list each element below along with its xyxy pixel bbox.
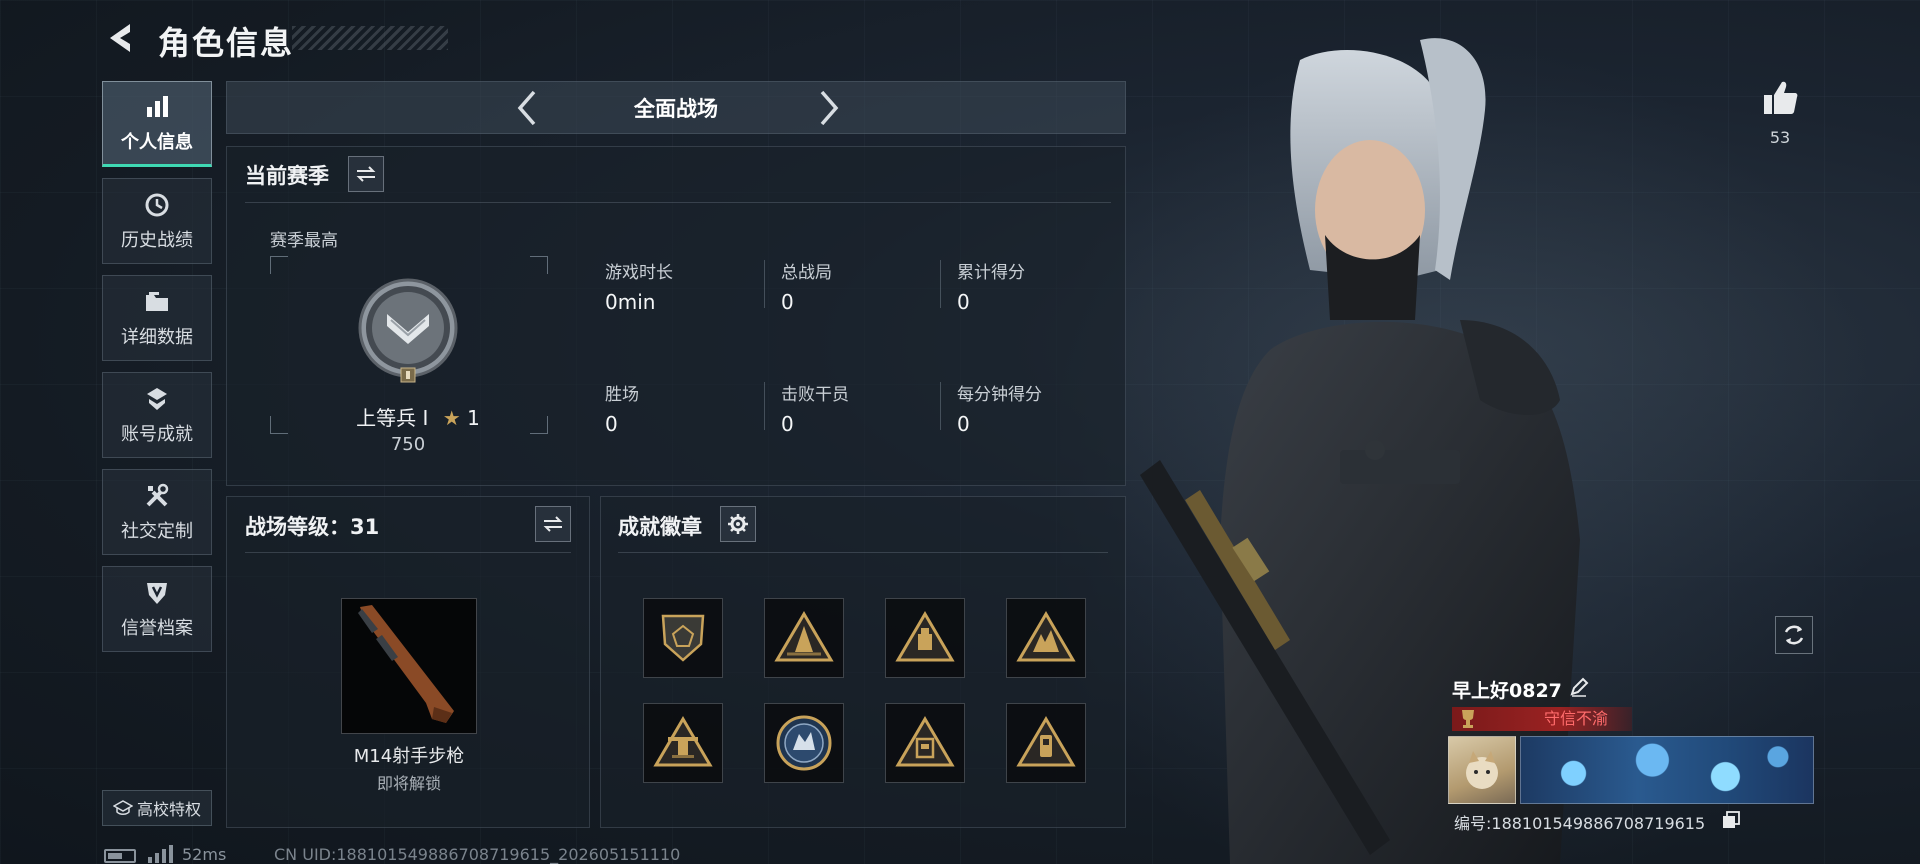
player-name: 早上好0827: [1452, 680, 1562, 702]
stat-label-playtime: 游戏时长: [605, 263, 673, 283]
stat-separator: [764, 260, 765, 308]
season-title: 当前赛季: [245, 164, 329, 188]
like-count: 53: [1769, 128, 1791, 147]
weapon-name: M14射手步枪: [353, 746, 465, 767]
sidebar-item-detailed-data[interactable]: 详细数据: [102, 275, 212, 361]
stat-label-total-matches: 总战局: [781, 263, 832, 283]
stat-value-wins: 0: [605, 412, 618, 436]
page-title: 角色信息: [158, 24, 295, 62]
player-id: 编号:18810154988670871961​5: [1454, 814, 1706, 833]
stat-value-score-per-minute: 0: [957, 412, 970, 436]
rifle-icon: [358, 605, 454, 723]
season-divider: [245, 202, 1111, 203]
battlefield-switch-button[interactable]: [535, 506, 571, 542]
edit-pencil-icon[interactable]: [1568, 676, 1590, 698]
mode-selector: 全面战场: [226, 81, 1126, 134]
mode-label: 全面战场: [634, 96, 718, 121]
uid-readout: CN UID:18810154988670871961​5_2026051511…: [274, 845, 681, 864]
title-decoration: [292, 26, 448, 50]
bar-chart-icon: [142, 92, 172, 122]
sidebar-item-label: 账号成就: [121, 424, 193, 445]
battlefield-divider: [245, 552, 571, 553]
achievement-settings-button[interactable]: [720, 506, 756, 542]
stat-separator: [940, 260, 941, 308]
sidebar-item-label: 历史战绩: [121, 230, 193, 251]
badge-shield-icon[interactable]: [643, 598, 723, 678]
sidebar-item-social-custom[interactable]: 社交定制: [102, 469, 212, 555]
copy-icon[interactable]: [1722, 811, 1740, 829]
folder-icon: [142, 287, 172, 317]
sidebar-item-label: 个人信息: [121, 132, 193, 153]
history-icon: [142, 190, 172, 220]
ping-readout: 52ms: [182, 845, 227, 864]
sidebar-item-label: 详细数据: [121, 327, 193, 348]
battlefield-level-title: 战场等级：31: [245, 515, 380, 539]
badge-triangle-icon[interactable]: [885, 598, 965, 678]
stat-value-kills: 0: [781, 412, 794, 436]
thumbs-up-icon[interactable]: [1760, 78, 1800, 118]
stat-label-wins: 胜场: [605, 385, 639, 405]
chevron-right-icon[interactable]: [810, 88, 846, 128]
stat-label-score-per-minute: 每分钟得分: [957, 385, 1042, 405]
refresh-appearance-button[interactable]: [1775, 616, 1813, 654]
stat-value-total-score: 0: [957, 290, 970, 314]
gear-icon: [728, 514, 748, 534]
weapon-status: 即将解锁: [376, 774, 441, 793]
stat-value-total-matches: 0: [781, 290, 794, 314]
stat-separator: [764, 382, 765, 430]
season-switch-button[interactable]: [348, 156, 384, 192]
sidebar-item-label: 社交定制: [121, 521, 193, 542]
battery-icon: [104, 849, 136, 863]
stat-label-kills: 击败干员: [781, 385, 849, 405]
campus-privilege-label: 高校特权: [136, 800, 201, 819]
badge-circle-icon[interactable]: [764, 703, 844, 783]
sidebar-item-achievements[interactable]: 账号成就: [102, 372, 212, 458]
badge-triangle-icon[interactable]: [764, 598, 844, 678]
sidebar-item-history[interactable]: 历史战绩: [102, 178, 212, 264]
badge-triangle-icon[interactable]: [643, 703, 723, 783]
sidebar-item-label: 信誉档案: [121, 618, 193, 639]
swap-icon: [356, 166, 376, 182]
campus-privilege-button[interactable]: 高校特权: [102, 790, 212, 826]
rank-stars: 1: [467, 406, 480, 430]
sidebar-item-credit-record[interactable]: 信誉档案: [102, 566, 212, 652]
shield-icon: [142, 578, 172, 608]
chevron-left-icon[interactable]: [510, 88, 546, 128]
stat-label-total-score: 累计得分: [957, 263, 1025, 283]
badge-triangle-icon[interactable]: [1006, 703, 1086, 783]
graduation-cap-icon: [112, 800, 133, 815]
achievement-badges-title: 成就徽章: [618, 515, 702, 539]
swap-icon: [543, 516, 563, 532]
sidebar: 个人信息 历史战绩 详细数据 账号成就 社交定制 信誉档案: [102, 81, 212, 663]
badge-triangle-icon[interactable]: [885, 703, 965, 783]
rank-name: 上等兵 I: [356, 406, 429, 430]
achievement-icon: [142, 384, 172, 414]
achievement-divider: [618, 552, 1108, 553]
rank-emblem-icon: [358, 278, 458, 383]
rank-score: 750: [390, 434, 426, 455]
star-icon: ★: [442, 406, 461, 430]
honor-title-text: 守信不渝: [1543, 709, 1608, 728]
tools-icon: [142, 481, 172, 511]
rank-name-row: 上等兵 I ★ 1: [320, 402, 516, 431]
stat-separator: [940, 382, 941, 430]
badge-triangle-icon[interactable]: [1006, 598, 1086, 678]
weapon-unlock-card[interactable]: [341, 598, 477, 734]
stat-value-playtime: 0min: [605, 290, 656, 314]
back-arrow-icon[interactable]: [104, 20, 140, 56]
sidebar-item-personal-info[interactable]: 个人信息: [102, 81, 212, 167]
refresh-icon: [1784, 625, 1804, 645]
avatar[interactable]: [1448, 736, 1516, 804]
trophy-icon: [1462, 710, 1474, 728]
profile-banner[interactable]: [1520, 736, 1814, 804]
signal-strength-icon: [148, 845, 173, 863]
season-best-label: 赛季最高: [270, 231, 338, 251]
